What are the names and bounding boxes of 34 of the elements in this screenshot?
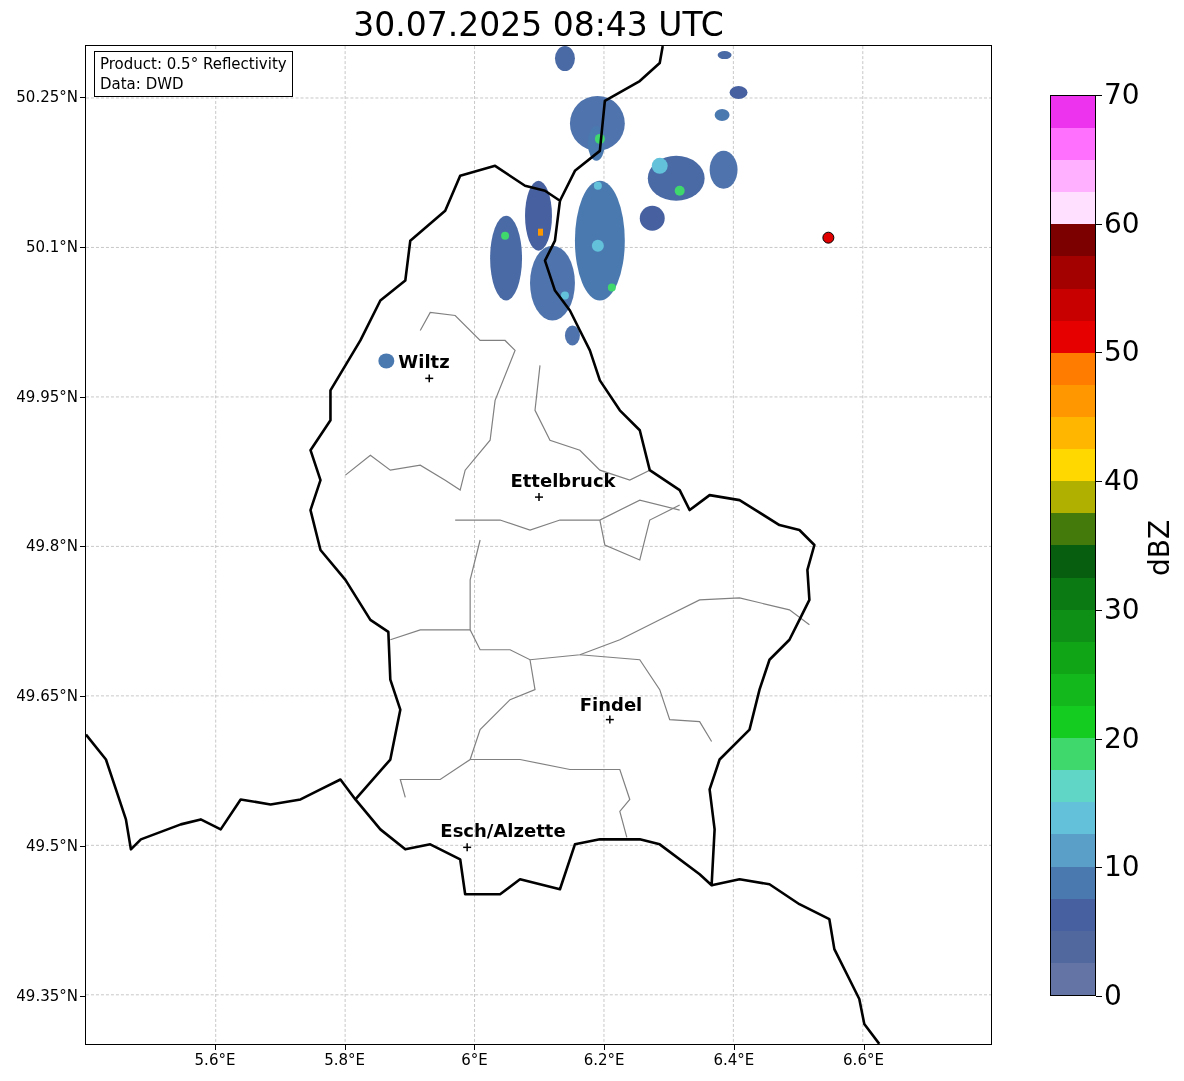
colorbar-tick-label: 70 [1104, 79, 1140, 111]
city-label: Ettelbruck [510, 471, 616, 491]
city-label: Findel [579, 695, 643, 715]
radar-site-marker-icon [822, 231, 835, 244]
axis-tick-label: 49.8°N [25, 536, 78, 557]
axis-tick-label: 50.1°N [25, 236, 78, 257]
colorbar-tick-label: 0 [1104, 980, 1122, 1012]
legend-text: Data: DWD [100, 74, 185, 94]
axis-tick-label: 6°E [461, 1050, 488, 1070]
axis-tick-label: 49.35°N [16, 985, 78, 1006]
colorbar-label: dBZ [1144, 519, 1176, 577]
axis-tick-label: 5.8°E [324, 1050, 366, 1070]
legend-text: Product: 0.5° Reflectivity [100, 54, 287, 74]
city-marker-icon [462, 842, 472, 853]
axis-tick-label: 6.4°E [713, 1050, 755, 1070]
axis-tick-label: 6.2°E [583, 1050, 625, 1070]
axis-tick-label: 49.95°N [16, 386, 78, 407]
colorbar-tick-label: 60 [1104, 207, 1140, 240]
colorbar-tick-label: 50 [1104, 336, 1140, 369]
chart-title: 30.07.2025 08:43 UTC [352, 4, 725, 46]
axis-tick-label: 50.25°N [16, 87, 78, 107]
axis-tick-label: 49.5°N [25, 836, 78, 856]
city-marker-icon [605, 714, 615, 725]
colorbar-tick-label: 10 [1104, 851, 1140, 884]
axis-tick-label: 5.6°E [194, 1050, 236, 1070]
axis-tick-label: 49.65°N [16, 686, 78, 707]
colorbar-tick-label: 20 [1104, 722, 1140, 755]
city-label: Esch/Alzette [440, 821, 566, 841]
axis-tick-label: 6.6°E [843, 1050, 884, 1070]
colorbar-tick-label: 30 [1104, 593, 1140, 626]
city-marker-icon [424, 373, 434, 384]
colorbar-tick-label: 40 [1104, 465, 1140, 498]
city-label: Wiltz [398, 352, 450, 372]
city-marker-icon [534, 492, 544, 502]
